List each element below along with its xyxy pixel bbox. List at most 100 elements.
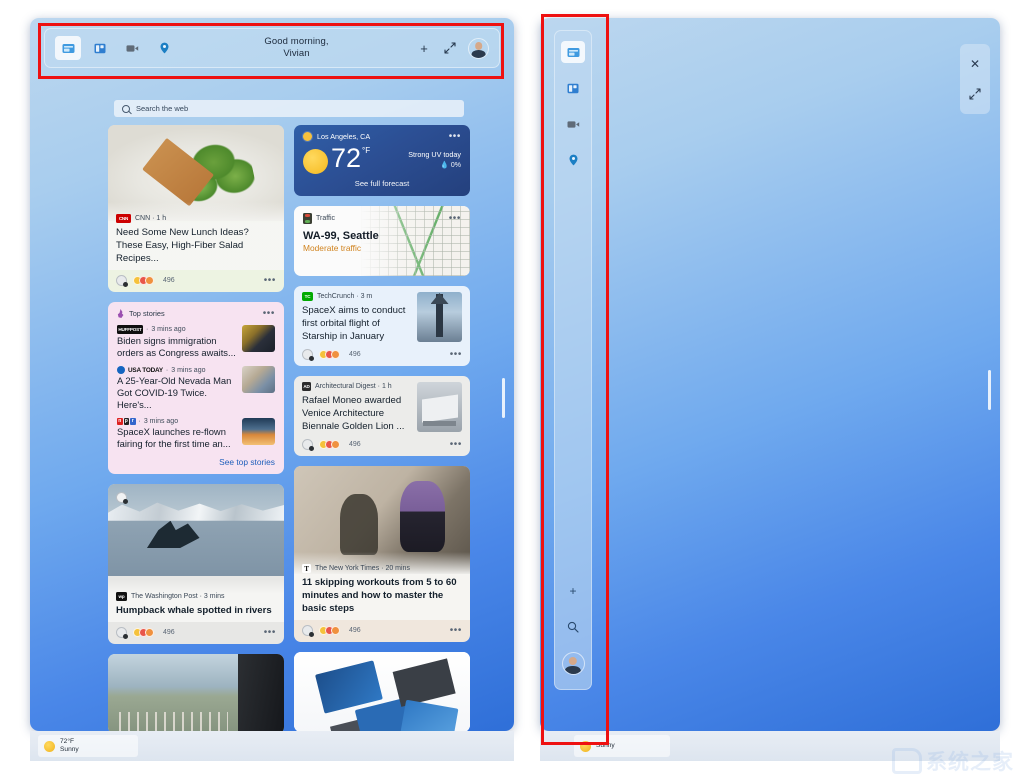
panel-layout-icon[interactable] [561, 77, 585, 99]
story-title: SpaceX launches re-flown fairing for the… [117, 426, 231, 449]
card-headline: Humpback whale spotted in rivers [116, 605, 272, 616]
source-name: Architectural Digest [315, 383, 376, 390]
top-story-item[interactable]: USA TODAY · 3 mins ago A 25-Year-Old Nev… [117, 366, 275, 411]
card-footer: 496 ••• [294, 345, 470, 366]
news-card-salad[interactable]: CNN CNN · 1 h Need Some New Lunch Ideas?… [108, 125, 284, 292]
see-top-stories-link[interactable]: See top stories [117, 457, 275, 467]
traffic-header: Traffic ••• [303, 213, 461, 224]
weather-header: Los Angeles, CA ••• [303, 131, 461, 141]
card-thumbnail [417, 382, 462, 432]
top-stories-card[interactable]: Top stories ••• HUFFPOST · 3 mins ago Bi… [108, 302, 284, 474]
greeting: Good morning, Vivian [177, 36, 416, 60]
card-thumbnail [417, 292, 462, 342]
scrollbar-left-panel[interactable] [502, 378, 505, 418]
top-story-item[interactable]: HUFFPOST · 3 mins ago Biden signs immigr… [117, 325, 275, 359]
sun-icon [580, 740, 591, 752]
video-icon[interactable] [561, 113, 585, 135]
source-row: AD Architectural Digest · 1 h [302, 382, 392, 391]
nytimes-logo-icon: T [302, 564, 311, 573]
card-menu-button[interactable]: ••• [450, 349, 462, 359]
source-row: wp The Washington Post · 3 mins [116, 592, 276, 601]
reaction-emojis [319, 440, 340, 449]
taskbar-condition: Sunny [60, 746, 79, 753]
source-time: 1 h [381, 383, 392, 390]
add-widget-button[interactable]: + [416, 40, 432, 56]
source-row: CNN CNN · 1 h [116, 214, 276, 223]
avatar[interactable] [468, 37, 489, 59]
add-widget-button[interactable]: + [561, 580, 585, 602]
card-menu-button[interactable]: ••• [264, 275, 276, 285]
traffic-card[interactable]: Traffic ••• WA-99, Seattle Moderate traf… [294, 206, 470, 276]
story-thumbnail [242, 325, 275, 352]
uv-text: Strong UV today [408, 150, 461, 159]
card-footer: 496 ••• [294, 621, 470, 642]
save-icon[interactable] [116, 492, 128, 504]
top-stories-menu-button[interactable]: ••• [263, 308, 275, 318]
news-card-verge[interactable] [294, 652, 470, 731]
location-pin-icon[interactable] [151, 36, 177, 60]
card-body: wp The Washington Post · 3 mins Humpback… [108, 580, 284, 622]
news-card-como[interactable] [108, 654, 284, 731]
weather-menu-button[interactable]: ••• [449, 131, 461, 141]
news-card-spacex[interactable]: TC TechCrunch · 3 m SpaceX aims to condu… [294, 286, 470, 366]
reaction-count: 496 [349, 351, 361, 358]
avatar[interactable] [561, 652, 585, 675]
traffic-menu-button[interactable]: ••• [449, 213, 461, 223]
react-icon[interactable] [116, 275, 128, 287]
taskbar-temperature: 72°F [60, 738, 74, 745]
screenshot-root: Good morning, Vivian + Search the web CN… [0, 0, 1024, 782]
story-title: Biden signs immigration orders as Congre… [117, 335, 236, 358]
greeting-line-1: Good morning, [264, 36, 329, 47]
news-card-moneo[interactable]: AD Architectural Digest · 1 h Rafael Mon… [294, 376, 470, 456]
expand-icon[interactable] [966, 85, 984, 103]
react-icon[interactable] [116, 627, 128, 639]
source-time: 3 m [360, 293, 373, 300]
news-board-icon[interactable] [55, 36, 81, 60]
source-name: The New York Times [315, 565, 380, 572]
left-rail: + [554, 30, 592, 690]
news-board-icon[interactable] [561, 41, 585, 63]
window-controls: ✕ [960, 44, 990, 114]
widgets-header-bar: Good morning, Vivian + [44, 28, 500, 68]
widgets-feed: CNN CNN · 1 h Need Some New Lunch Ideas?… [108, 125, 470, 731]
traffic-status: Moderate traffic [303, 243, 362, 253]
top-story-item[interactable]: npr · 3 mins ago SpaceX launches re-flow… [117, 418, 275, 450]
card-body: T The New York Times · 20 mins 11 skippi… [294, 552, 470, 620]
panel-layout-icon[interactable] [87, 36, 113, 60]
expand-button[interactable] [442, 40, 458, 56]
card-menu-button[interactable]: ••• [264, 627, 276, 637]
reaction-count: 496 [349, 441, 361, 448]
react-icon[interactable] [302, 625, 314, 637]
video-icon[interactable] [119, 36, 145, 60]
traffic-road: WA-99, Seattle [303, 230, 379, 242]
news-card-skipping[interactable]: T The New York Times · 20 mins 11 skippi… [294, 466, 470, 642]
search-icon [122, 104, 130, 113]
react-icon[interactable] [302, 439, 314, 451]
source-row: T The New York Times · 20 mins [302, 564, 462, 573]
search-input[interactable]: Search the web [114, 100, 464, 117]
search-icon[interactable] [561, 616, 585, 638]
scrollbar-right-panel[interactable] [988, 370, 991, 410]
card-menu-button[interactable]: ••• [450, 625, 462, 635]
taskbar-weather-widget[interactable]: 72°F Sunny [38, 735, 138, 757]
weather-card[interactable]: Los Angeles, CA ••• 72 °F Strong UV toda… [294, 125, 470, 196]
story-thumbnail [242, 366, 275, 393]
traffic-label: Traffic [316, 215, 336, 222]
see-full-forecast-link[interactable]: See full forecast [303, 179, 461, 188]
precipitation: 💧 0% [440, 162, 461, 169]
washingtonpost-logo-icon: wp [116, 592, 127, 601]
reaction-emojis [319, 626, 340, 635]
source-time: 1 h [156, 215, 167, 222]
source-row: TC TechCrunch · 3 m [302, 292, 410, 301]
taskbar-weather-widget[interactable]: Sunny [574, 735, 670, 757]
react-icon[interactable] [302, 349, 314, 361]
card-body: CNN CNN · 1 h Need Some New Lunch Ideas?… [108, 202, 284, 270]
news-card-whale[interactable]: wp The Washington Post · 3 mins Humpback… [108, 484, 284, 644]
watermark: 系统之家 [892, 746, 1014, 776]
source-name: CNN [135, 215, 151, 222]
card-menu-button[interactable]: ••• [450, 439, 462, 449]
location-pin-icon[interactable] [561, 149, 585, 171]
architecturaldigest-logo-icon: AD [302, 382, 311, 391]
taskbar-left: 72°F Sunny [30, 731, 514, 761]
close-icon[interactable]: ✕ [966, 55, 984, 73]
